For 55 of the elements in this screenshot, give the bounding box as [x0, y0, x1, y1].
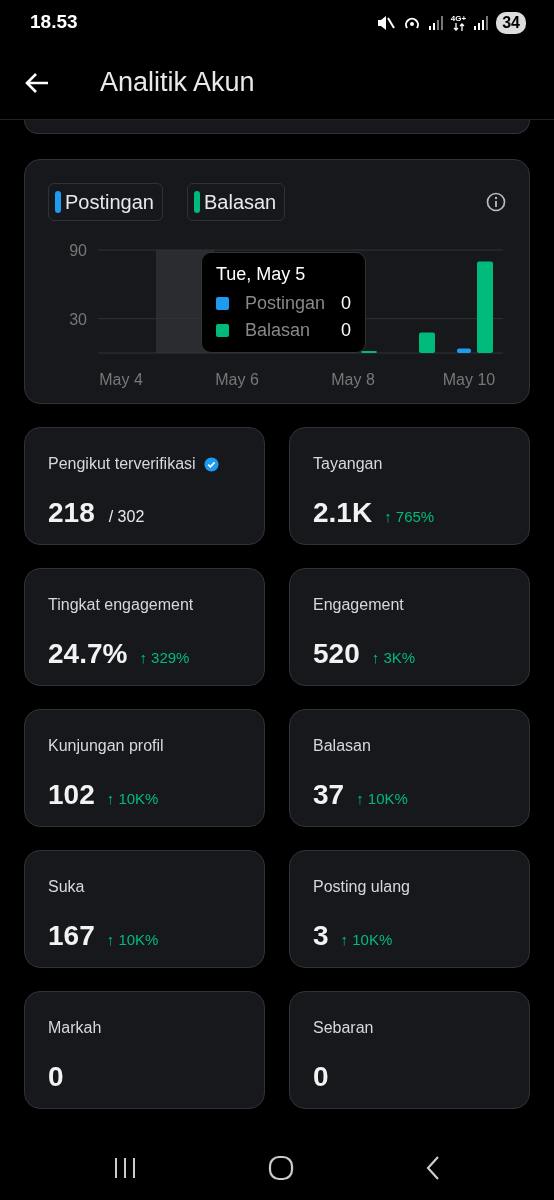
- series-label: Balasan: [245, 319, 311, 342]
- info-icon[interactable]: [486, 192, 506, 212]
- page-title: Analitik Akun: [100, 65, 255, 99]
- metric-value: 3: [313, 919, 329, 953]
- tooltip-title: Tue, May 5: [216, 263, 307, 286]
- series-value: 0: [341, 319, 351, 342]
- series-value: 0: [341, 292, 351, 315]
- metric-label: Tayangan: [313, 454, 383, 474]
- metric-label: Sebaran: [313, 1018, 374, 1038]
- mute-icon: [376, 14, 395, 31]
- metric-change: ↑ 10K%: [356, 789, 408, 809]
- bar: [457, 348, 471, 353]
- series-label: Postingan: [245, 292, 326, 315]
- metric-label: Pengikut terverifikasi: [48, 454, 196, 474]
- axis-label: May 4: [99, 371, 143, 388]
- metric-value: 37: [313, 778, 345, 812]
- metric-value: 24.7%: [48, 637, 128, 671]
- metric-label: Balasan: [313, 736, 371, 756]
- axis-label: 90: [69, 242, 87, 259]
- metric-value: 0: [48, 1060, 64, 1094]
- home-icon[interactable]: [268, 1154, 294, 1181]
- clock: 18.53: [30, 10, 78, 35]
- metric-label: Tingkat engagement: [48, 595, 194, 615]
- metric-change: ↑ 765%: [384, 507, 435, 527]
- metric-change: ↑ 10K%: [340, 930, 393, 950]
- metric-label: Kunjungan profil: [48, 736, 164, 756]
- signal-icon: [428, 15, 443, 30]
- metric-value: 218: [48, 496, 95, 530]
- metric-value: 0: [313, 1060, 329, 1094]
- axis-label: May 8: [331, 371, 375, 388]
- metric-change: ↑ 10K%: [106, 789, 159, 809]
- legend-toggle[interactable]: Balasan: [186, 183, 286, 221]
- metric-total: / 302: [108, 507, 145, 527]
- metric-label: Suka: [48, 877, 85, 897]
- metric-value: 167: [48, 919, 95, 953]
- battery-indicator: 34: [496, 11, 526, 34]
- metric-value: 520: [313, 637, 360, 671]
- signal-icon: [474, 15, 489, 30]
- axis-label: May 10: [442, 371, 496, 388]
- metric-change: ↑ 329%: [139, 648, 190, 668]
- axis-label: 30: [69, 310, 87, 328]
- legend-toggle[interactable]: Postingan: [48, 183, 163, 221]
- network-type: 4G+: [450, 14, 467, 23]
- bar: [419, 332, 435, 353]
- metric-change: ↑ 10K%: [106, 930, 159, 950]
- back-icon[interactable]: [424, 1155, 441, 1180]
- metric-value: 102: [48, 778, 95, 812]
- axis-label: May 6: [215, 371, 259, 388]
- metric-label: Markah: [48, 1018, 102, 1038]
- metric-label: Posting ulang: [313, 877, 410, 897]
- data-arrows-icon: [452, 22, 465, 31]
- metric-value: 2.1K: [313, 496, 373, 530]
- recent-apps-icon[interactable]: [113, 1157, 138, 1180]
- metric-label: Engagement: [313, 595, 404, 615]
- metric-change: ↑ 3K%: [371, 648, 416, 668]
